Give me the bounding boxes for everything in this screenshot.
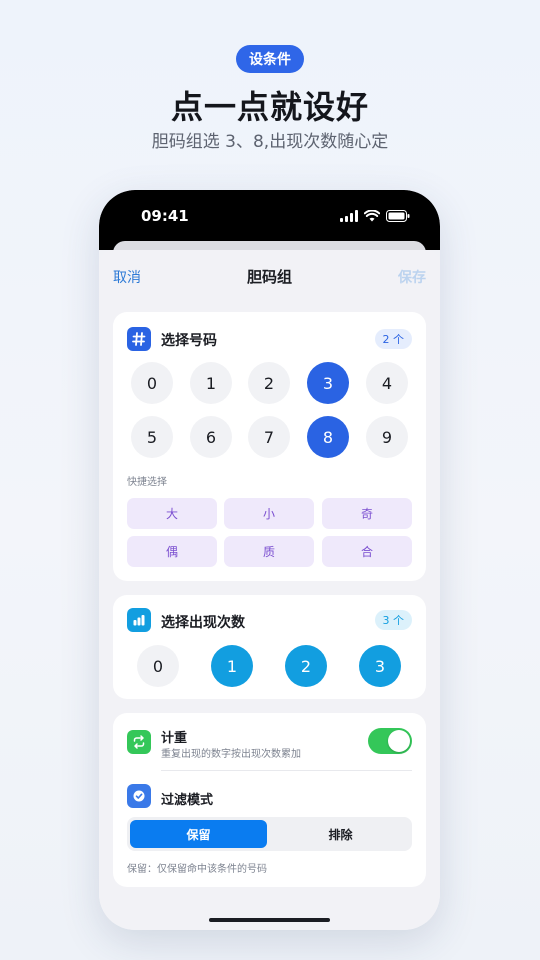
number-button-5[interactable]: 5 [131,416,173,458]
checkmark-shield-icon [127,784,151,808]
quick-chip-composite[interactable]: 合 [322,536,412,567]
settings-divider [161,770,412,771]
save-button[interactable]: 保存 [398,267,426,287]
sheet-title: 胆码组 [246,268,292,286]
promo-badge: 设条件 [236,45,304,73]
numbers-count-badge: 2 个 [374,329,412,349]
number-button-4[interactable]: 4 [366,362,408,404]
filter-mode-hint: 保留：仅保留命中该条件的号码 [127,864,267,875]
number-button-6[interactable]: 6 [190,416,232,458]
weighting-title: 计重 [161,731,188,746]
filter-mode-exclude[interactable]: 排除 [272,820,409,848]
select-numbers-card: 选择号码 2 个 0 1 2 3 4 5 6 7 8 9 快捷选择 大 小 奇 … [113,312,426,581]
occurrence-button-2[interactable]: 2 [285,645,327,687]
wifi-icon [364,210,380,222]
filter-mode-title: 过滤模式 [161,793,214,808]
weighting-toggle[interactable] [368,728,412,754]
filter-mode-keep[interactable]: 保留 [130,820,267,848]
occurrence-button-3[interactable]: 3 [359,645,401,687]
number-button-2[interactable]: 2 [248,362,290,404]
quick-chip-small[interactable]: 小 [224,498,314,529]
select-numbers-title: 选择号码 [161,333,217,349]
promo-headline: 点一点就设好 [170,88,369,126]
quick-chip-prime[interactable]: 质 [224,536,314,567]
number-button-1[interactable]: 1 [190,362,232,404]
number-button-7[interactable]: 7 [248,416,290,458]
occurrences-count-badge: 3 个 [374,610,412,630]
quick-chip-odd[interactable]: 奇 [322,498,412,529]
select-occurrences-title: 选择出现次数 [161,615,245,631]
battery-icon [386,210,410,222]
phone-frame: 09:41 取消 胆码组 保存 选择号码 2 个 0 1 2 3 4 5 6 7… [99,190,440,930]
hash-icon [127,327,151,351]
bottom-sheet: 取消 胆码组 保存 选择号码 2 个 0 1 2 3 4 5 6 7 8 9 快… [99,250,440,930]
settings-card: 计重 重复出现的数字按出现次数累加 过滤模式 保留 排除 保留：仅保留命中该条件… [113,713,426,887]
signal-icon [340,210,358,222]
number-button-0[interactable]: 0 [131,362,173,404]
occurrence-button-1[interactable]: 1 [211,645,253,687]
quick-chip-even[interactable]: 偶 [127,536,217,567]
quick-chip-big[interactable]: 大 [127,498,217,529]
toggle-knob [388,730,410,752]
filter-mode-segmented-control: 保留 排除 [127,817,412,851]
number-button-8[interactable]: 8 [307,416,349,458]
select-occurrences-card: 选择出现次数 3 个 0 1 2 3 [113,595,426,699]
home-indicator [209,918,330,922]
number-button-9[interactable]: 9 [366,416,408,458]
weighting-subtitle: 重复出现的数字按出现次数累加 [161,749,301,760]
promo-subline: 胆码组选 3、8,出现次数随心定 [151,132,389,152]
repeat-icon [127,730,151,754]
quick-select-label: 快捷选择 [127,477,167,488]
number-button-3[interactable]: 3 [307,362,349,404]
occurrence-button-0[interactable]: 0 [137,645,179,687]
status-time: 09:41 [141,207,189,225]
bar-chart-icon [127,608,151,632]
